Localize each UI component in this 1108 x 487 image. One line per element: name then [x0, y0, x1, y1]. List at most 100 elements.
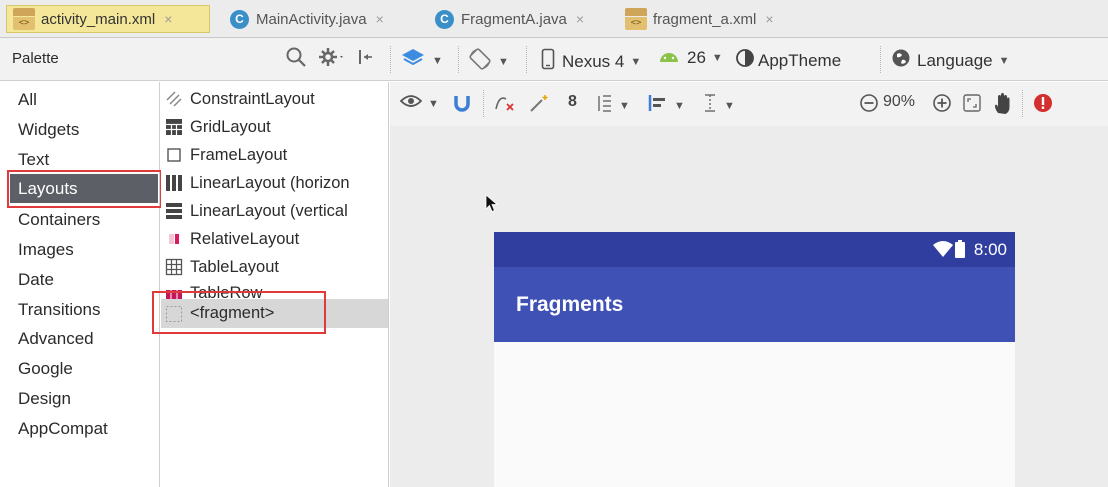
language-selector[interactable]: Language ▼	[891, 48, 1010, 73]
widget-constraintlayout[interactable]: ConstraintLayout	[161, 85, 388, 113]
tab-mainactivity-java[interactable]: C MainActivity.java ×	[230, 5, 384, 33]
error-icon	[1033, 93, 1053, 118]
show-issues-button[interactable]	[1033, 93, 1053, 118]
palette-categories: All Widgets Text Layouts Containers Imag…	[0, 82, 160, 487]
status-bar: 8:00	[494, 232, 1015, 267]
clear-constraints-button[interactable]	[494, 93, 516, 118]
magnet-icon	[452, 93, 472, 118]
widget-tablelayout[interactable]: TableLayout	[161, 253, 388, 281]
category-appcompat[interactable]: AppCompat	[18, 419, 108, 439]
chevron-down-icon: ▼	[498, 55, 509, 68]
category-images[interactable]: Images	[18, 240, 74, 260]
category-containers[interactable]: Containers	[18, 210, 100, 230]
category-transitions[interactable]: Transitions	[18, 300, 101, 320]
palette-header: Palette ▼ ▼ Nexus 4 ▼ 26 ▼ AppTheme Lang…	[0, 38, 1108, 81]
infer-constraints-button[interactable]	[528, 93, 550, 118]
toolbar-separator	[458, 46, 459, 73]
battery-icon	[955, 240, 965, 263]
view-options-button[interactable]: ▼	[399, 93, 439, 114]
highlight-box-fragment	[152, 291, 326, 334]
widget-relativelayout[interactable]: RelativeLayout	[161, 225, 388, 253]
device-selector[interactable]: Nexus 4 ▼	[541, 48, 641, 75]
chevron-down-icon: ▼	[711, 52, 723, 64]
category-all[interactable]: All	[18, 90, 37, 110]
xml-file-icon: <>	[13, 8, 35, 30]
zoom-to-fit-button[interactable]	[962, 93, 982, 118]
relative-layout-icon	[165, 230, 183, 248]
app-title: Fragments	[516, 293, 624, 316]
fit-screen-icon	[962, 93, 982, 118]
hand-icon	[993, 93, 1013, 120]
toolbar-separator	[1022, 90, 1023, 117]
category-google[interactable]: Google	[18, 359, 73, 379]
app-bar: Fragments	[494, 267, 1015, 342]
design-toolbar: ▼ 8 ▼ ▼ ▼ 90%	[390, 82, 1108, 126]
toolbar-separator	[483, 90, 484, 117]
tab-fragment-a-xml[interactable]: <> fragment_a.xml ×	[625, 5, 774, 33]
toolbar-separator	[526, 46, 527, 73]
language-label: Language	[917, 50, 993, 70]
zoom-in-button[interactable]	[932, 93, 952, 118]
widget-framelayout[interactable]: FrameLayout	[161, 141, 388, 169]
design-surface[interactable]: ▼ 8 ▼ ▼ ▼ 90% 8:00 Fragments	[390, 82, 1108, 487]
highlight-box-layouts	[7, 170, 162, 208]
widget-label: TableLayout	[190, 257, 279, 276]
guidelines-button[interactable]: ▼	[702, 93, 735, 118]
align-button[interactable]: ▼	[648, 93, 685, 118]
widget-linearlayout-vertical[interactable]: LinearLayout (vertical	[161, 197, 388, 225]
palette-title: Palette	[12, 50, 59, 67]
status-time: 8:00	[973, 240, 1007, 259]
design-surface-toggle[interactable]: ▼	[400, 47, 443, 74]
linear-horizontal-icon	[165, 174, 183, 192]
close-icon[interactable]: ×	[576, 11, 584, 27]
category-widgets[interactable]: Widgets	[18, 120, 79, 140]
mouse-cursor-icon	[485, 194, 499, 219]
clear-constraints-icon	[494, 93, 516, 118]
zoom-in-icon	[932, 93, 952, 118]
api-level-selector[interactable]: 26 ▼	[658, 48, 723, 68]
default-margin-value[interactable]: 8	[568, 93, 577, 111]
chevron-down-icon: ▼	[674, 99, 685, 112]
tab-fragmenta-java[interactable]: C FragmentA.java ×	[435, 5, 584, 33]
category-advanced[interactable]: Advanced	[18, 329, 94, 349]
theme-label: AppTheme	[758, 50, 842, 70]
wifi-icon	[933, 241, 953, 262]
widget-gridlayout[interactable]: GridLayout	[161, 113, 388, 141]
editor-tab-bar: <> activity_main.xml × C MainActivity.ja…	[0, 0, 1108, 38]
gear-icon[interactable]	[318, 46, 346, 74]
device-preview[interactable]: 8:00 Fragments	[494, 232, 1015, 487]
toolbar-separator	[880, 46, 881, 73]
chevron-down-icon: ▼	[432, 54, 443, 67]
zoom-level: 90%	[883, 93, 916, 110]
close-icon[interactable]: ×	[376, 11, 384, 27]
orientation-toggle[interactable]: ▼	[468, 47, 509, 76]
tab-label: fragment_a.xml	[653, 10, 757, 28]
zoom-out-button[interactable]	[859, 93, 879, 118]
category-design[interactable]: Design	[18, 389, 71, 409]
table-layout-icon	[165, 258, 183, 276]
category-text[interactable]: Text	[18, 150, 49, 170]
widget-label: FrameLayout	[190, 145, 288, 164]
collapse-panel-icon[interactable]	[357, 47, 375, 73]
toolbar-separator	[390, 46, 391, 73]
close-icon[interactable]: ×	[765, 11, 773, 27]
tab-activity-main-xml[interactable]: <> activity_main.xml ×	[6, 5, 210, 33]
category-date[interactable]: Date	[18, 270, 54, 290]
android-icon	[658, 48, 680, 68]
close-icon[interactable]: ×	[164, 11, 172, 27]
search-icon[interactable]	[285, 46, 307, 74]
chevron-down-icon: ▼	[630, 55, 642, 68]
theme-icon	[735, 48, 755, 73]
palette-widget-list: ConstraintLayout GridLayout FrameLayout …	[161, 82, 389, 487]
theme-selector[interactable]: AppTheme	[735, 48, 841, 73]
pack-button[interactable]: ▼	[595, 93, 630, 118]
pan-button[interactable]	[993, 93, 1013, 120]
align-left-icon	[648, 93, 668, 118]
widget-label: RelativeLayout	[190, 229, 300, 248]
autoconnect-toggle[interactable]	[452, 93, 472, 118]
widget-linearlayout-horizontal[interactable]: LinearLayout (horizon	[161, 169, 388, 197]
chevron-down-icon: ▼	[428, 97, 439, 110]
phone-icon	[541, 48, 555, 75]
chevron-down-icon: ▼	[998, 54, 1010, 67]
tab-label: MainActivity.java	[256, 10, 367, 28]
